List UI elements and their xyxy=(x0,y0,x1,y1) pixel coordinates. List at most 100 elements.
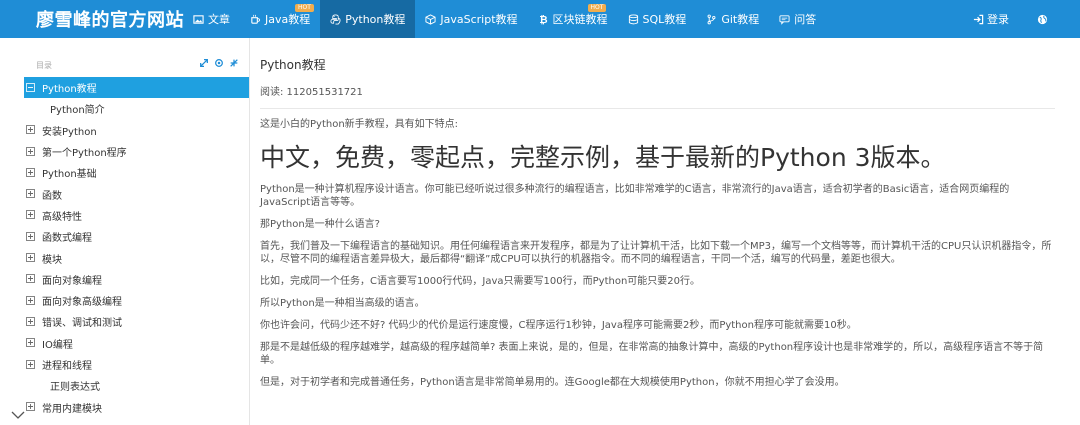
expand-toggle-icon[interactable] xyxy=(26,316,38,328)
database-icon xyxy=(628,13,639,25)
main-content: Python教程 阅读: 112051531721 这是小白的Python新手教… xyxy=(260,38,1055,425)
sidebar-item-label: 面向对象编程 xyxy=(42,275,102,287)
nav-item-git[interactable]: Git教程 xyxy=(696,0,769,38)
expand-toggle-icon[interactable] xyxy=(26,146,38,158)
headline: 中文，免费，零起点，完整示例，基于最新的Python 3版本。 xyxy=(260,143,946,172)
bitcoin-icon: ₿ xyxy=(538,14,549,25)
comments-icon xyxy=(779,14,790,25)
sidebar-item-label: 函数式编程 xyxy=(42,233,92,245)
nav-item-label: Git教程 xyxy=(721,13,760,26)
nav-item-qa[interactable]: 问答 xyxy=(769,0,826,38)
paragraph: 首先，我们普及一下编程语言的基础知识。用任何编程语言来开发程序，都是为了让计算机… xyxy=(260,241,1052,265)
sidebar-item[interactable]: Python简介 xyxy=(24,98,249,119)
read-count: 阅读: 112051531721 xyxy=(260,87,363,98)
locate-icon[interactable] xyxy=(214,58,224,68)
nav-item-label: JavaScript教程 xyxy=(440,13,518,26)
toc-tree: Python教程 Python简介安装Python 第一个Python程序 Pytho… xyxy=(24,77,249,418)
sidebar-item[interactable]: IO编程 xyxy=(24,333,249,354)
expand-toggle-icon[interactable] xyxy=(26,209,38,221)
sidebar-item[interactable]: 安装Python xyxy=(24,120,249,141)
nav-menu: 文章 Java教程 HOT Python教程 JavaScript教程 ₿ 区块… xyxy=(183,0,826,38)
git-branch-icon xyxy=(706,14,717,25)
login-button[interactable]: 登录 xyxy=(973,11,1009,27)
nav-right: 登录 xyxy=(973,0,1048,38)
globe-icon[interactable] xyxy=(1037,14,1048,25)
sidebar-item[interactable]: 正则表达式 xyxy=(24,375,249,396)
sidebar-item-label: 安装Python xyxy=(42,126,97,138)
sidebar-item[interactable]: 常用内建模块 xyxy=(24,396,249,417)
sidebar-item-label: Python基础 xyxy=(42,169,97,181)
sidebar-item-label: 函数 xyxy=(42,190,62,202)
sidebar-item-label: 面向对象高级编程 xyxy=(42,297,122,309)
expand-toggle-icon[interactable] xyxy=(26,401,38,413)
expand-toggle-icon[interactable] xyxy=(26,167,38,179)
nav-item-javascript[interactable]: JavaScript教程 xyxy=(415,0,527,38)
nav-item-python[interactable]: Python教程 xyxy=(320,0,416,38)
sidebar-item-label: 第一个Python程序 xyxy=(42,148,127,160)
expand-toggle-icon[interactable] xyxy=(26,188,38,200)
hot-badge: HOT xyxy=(295,4,314,12)
paragraph: 你也许会问，代码少还不好? 代码少的代价是运行速度慢，C程序运行1秒钟，Java… xyxy=(260,320,857,331)
sidebar-item[interactable]: 模块 xyxy=(24,247,249,268)
sidebar-item-label: IO编程 xyxy=(42,339,73,351)
chevron-down-icon[interactable] xyxy=(10,405,26,424)
sidebar-item-label: 高级特性 xyxy=(42,211,82,223)
sidebar-item-label: 错误、调试和测试 xyxy=(42,318,122,330)
nav-item-label: 文章 xyxy=(208,13,230,26)
expand-toggle-icon[interactable] xyxy=(26,337,38,349)
nav-item-label: Java教程 xyxy=(265,13,311,26)
svg-text:₿: ₿ xyxy=(539,14,547,25)
collapse-icon[interactable] xyxy=(229,58,239,68)
paragraph: 这是小白的Python新手教程，具有如下特点: xyxy=(260,119,459,130)
sidebar-item[interactable]: Python基础 xyxy=(24,162,249,183)
toc-tools xyxy=(199,58,239,68)
site-brand[interactable]: 廖雪峰的官方网站 xyxy=(36,6,184,32)
sidebar-item[interactable]: 函数 xyxy=(24,183,249,204)
sidebar-item-label: 进程和线程 xyxy=(42,361,92,372)
collapse-toggle-icon[interactable] xyxy=(26,82,38,94)
nav-item-sql[interactable]: SQL教程 xyxy=(618,0,697,38)
nav-item-blockchain[interactable]: ₿ 区块链教程 HOT xyxy=(528,0,618,38)
nav-item-label: SQL教程 xyxy=(642,13,687,26)
image-icon xyxy=(193,14,204,25)
nav-item-java[interactable]: Java教程 HOT xyxy=(240,0,320,38)
expand-toggle-icon[interactable] xyxy=(26,252,38,264)
sidebar-item[interactable]: 面向对象高级编程 xyxy=(24,290,249,311)
expand-icon[interactable] xyxy=(199,58,209,68)
nav-item-label: 区块链教程 xyxy=(552,13,608,26)
sidebar-item[interactable]: 进程和线程 xyxy=(24,354,249,375)
top-navbar: 廖雪峰的官方网站 文章 Java教程 HOT Python教程 JavaScri xyxy=(0,0,1080,38)
sidebar-item-label: Python简介 xyxy=(50,105,105,117)
expand-toggle-icon[interactable] xyxy=(26,231,38,243)
sidebar-item-label: 正则表达式 xyxy=(50,382,100,394)
article-body: 这是小白的Python新手教程，具有如下特点: 中文，免费，零起点，完整示例，基… xyxy=(260,118,1055,398)
sign-in-icon xyxy=(973,14,984,25)
sidebar-item[interactable]: 面向对象编程 xyxy=(24,269,249,290)
sidebar-item[interactable]: 错误、调试和测试 xyxy=(24,311,249,332)
paragraph: 比如，完成同一个任务，C语言要写1000行代码，Java只需要写100行，而Py… xyxy=(260,276,701,287)
paragraph: 所以Python是一种相当高级的语言。 xyxy=(260,298,425,309)
expand-toggle-icon[interactable] xyxy=(26,359,38,371)
sidebar-toc: 目录 Python教程 Python简介 安装Python 第一个Python程序 Py… xyxy=(0,38,250,425)
expand-toggle-icon[interactable] xyxy=(26,295,38,307)
sidebar-item[interactable]: 函数式编程 xyxy=(24,226,249,247)
page-title: Python教程 xyxy=(260,58,326,72)
divider xyxy=(260,108,1055,109)
cube-icon xyxy=(425,13,436,25)
paragraph: 那Python是一种什么语言? xyxy=(260,219,380,230)
sidebar-item[interactable]: 高级特性 xyxy=(24,205,249,226)
python-icon xyxy=(330,14,341,25)
expand-toggle-icon[interactable] xyxy=(26,124,38,136)
paragraph: 但是，对于初学者和完成普通任务，Python语言是非常简单易用的。连Google… xyxy=(260,377,845,388)
sidebar-item-label: Python教程 xyxy=(42,84,97,96)
paragraph: Python是一种计算机程序设计语言。你可能已经听说过很多种流行的编程语言，比如… xyxy=(260,184,1010,208)
login-label: 登录 xyxy=(987,13,1009,26)
expand-toggle-icon[interactable] xyxy=(26,273,38,285)
sidebar-item-label: 常用内建模块 xyxy=(42,403,102,415)
sidebar-item[interactable]: Python教程 xyxy=(24,77,249,99)
sidebar-item[interactable]: 第一个Python程序 xyxy=(24,141,249,162)
toc-header: 目录 xyxy=(36,61,52,70)
hot-badge: HOT xyxy=(587,4,607,12)
nav-item-label: Python教程 xyxy=(345,13,406,26)
nav-item-articles[interactable]: 文章 xyxy=(183,0,240,38)
